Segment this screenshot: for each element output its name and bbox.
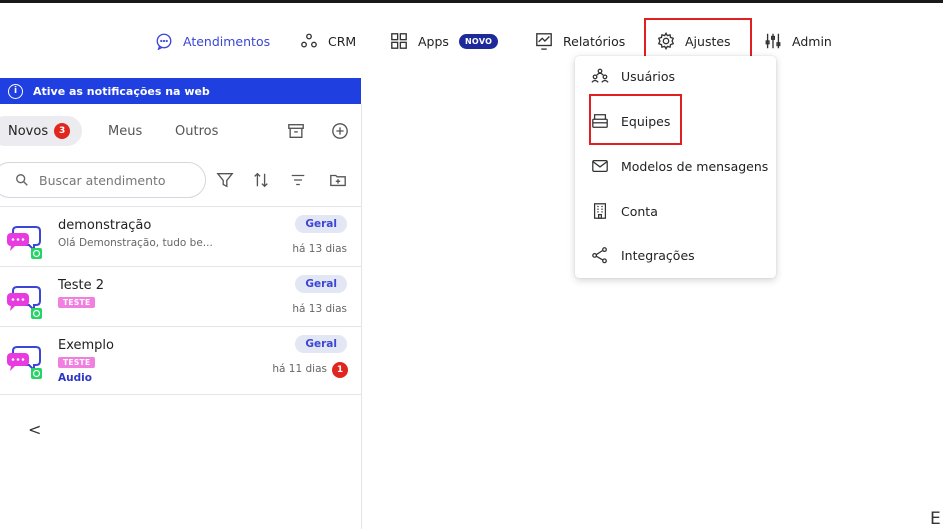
grid-icon bbox=[391, 33, 407, 49]
top-navigation: Atendimentos CRM Apps NOVO Relatórios Aj… bbox=[0, 3, 943, 78]
conversation-time: há 13 dias bbox=[292, 303, 347, 315]
users-icon bbox=[591, 68, 609, 83]
nav-label: Apps bbox=[418, 33, 449, 49]
queue-pill: Geral bbox=[295, 275, 347, 293]
share-icon bbox=[592, 247, 607, 264]
corner-text: E bbox=[930, 509, 941, 529]
tag-label: TESTE bbox=[58, 357, 96, 368]
count-badge: 3 bbox=[54, 123, 71, 139]
banner-text: Ative as notificações na web bbox=[33, 84, 210, 98]
conversation-name: Teste 2 bbox=[58, 278, 105, 293]
chat-whatsapp-avatar-icon bbox=[7, 346, 42, 379]
conversation-item[interactable]: Exemplo TESTE Audio Geral há 11 dias 1 bbox=[0, 327, 361, 395]
conversation-subtitle: Audio bbox=[58, 372, 92, 384]
tab-label: Meus bbox=[108, 123, 143, 139]
tab-outros[interactable]: Outros bbox=[175, 116, 218, 146]
search-input[interactable] bbox=[39, 172, 189, 188]
nav-atendimentos[interactable]: Atendimentos bbox=[155, 30, 270, 52]
menu-item-label: Integrações bbox=[621, 247, 695, 263]
unread-badge: 1 bbox=[332, 362, 348, 378]
notification-banner[interactable]: i Ative as notificações na web bbox=[0, 78, 361, 104]
add-conversation-button[interactable] bbox=[331, 122, 349, 140]
ajustes-highlight-box bbox=[644, 18, 752, 58]
collapse-panel-button[interactable]: < bbox=[28, 420, 41, 439]
nav-apps[interactable]: Apps NOVO bbox=[390, 30, 499, 52]
tab-meus[interactable]: Meus bbox=[108, 116, 142, 146]
nav-label: CRM bbox=[328, 33, 357, 49]
funnel-icon bbox=[216, 173, 234, 188]
archive-icon bbox=[288, 124, 304, 138]
chat-whatsapp-avatar-icon bbox=[7, 286, 42, 319]
filter-button[interactable] bbox=[216, 171, 234, 189]
conversation-item[interactable]: Teste 2 TESTE Geral há 13 dias bbox=[0, 267, 361, 327]
building-icon bbox=[593, 203, 607, 219]
nav-label: Relatórios bbox=[563, 33, 626, 49]
mail-icon bbox=[592, 159, 608, 173]
ajustes-dropdown-menu: Usuários Equipes Modelos de mensagens Co… bbox=[575, 56, 776, 278]
equipes-highlight-box bbox=[589, 94, 682, 145]
tab-label: Outros bbox=[175, 123, 219, 139]
menu-item-label: Conta bbox=[621, 203, 658, 219]
chat-bubble-icon bbox=[156, 33, 172, 50]
queue-pill: Geral bbox=[295, 215, 347, 233]
chart-icon bbox=[536, 33, 552, 50]
info-icon: i bbox=[8, 83, 23, 99]
menu-item-label: Usuários bbox=[621, 68, 676, 84]
sort-arrows-icon bbox=[254, 172, 268, 188]
conversation-name: Exemplo bbox=[58, 338, 114, 353]
conversations-panel: Novos 3 Meus Outros Buscar atendimento d… bbox=[0, 104, 362, 529]
new-badge: NOVO bbox=[458, 33, 499, 49]
lines-filter-icon bbox=[291, 174, 305, 186]
search-field[interactable] bbox=[0, 162, 206, 198]
nodes-icon bbox=[301, 33, 317, 48]
conversation-list: demonstração Olá Demonstração, tudo be..… bbox=[0, 206, 361, 395]
chat-whatsapp-avatar-icon bbox=[7, 226, 42, 259]
queue-pill: Geral bbox=[295, 335, 347, 353]
plus-circle-icon bbox=[332, 123, 348, 139]
conversation-preview: Olá Demonstração, tudo be... bbox=[58, 237, 213, 249]
tab-row: Novos 3 Meus Outros bbox=[0, 116, 361, 146]
list-filter-button[interactable] bbox=[289, 171, 307, 189]
nav-crm[interactable]: CRM bbox=[300, 30, 356, 52]
sliders-icon bbox=[765, 33, 781, 49]
sort-button[interactable] bbox=[252, 171, 270, 189]
folder-plus-icon bbox=[330, 174, 346, 187]
conversation-time: há 11 dias bbox=[272, 363, 327, 375]
archive-button[interactable] bbox=[287, 122, 305, 140]
conversation-time: há 13 dias bbox=[292, 243, 347, 255]
menu-item-label: Modelos de mensagens bbox=[621, 158, 769, 174]
nav-relatorios[interactable]: Relatórios bbox=[535, 30, 625, 52]
conversation-name: demonstração bbox=[58, 218, 152, 233]
tab-novos[interactable]: Novos 3 bbox=[0, 116, 83, 146]
tab-label: Novos bbox=[8, 123, 49, 139]
tag-label: TESTE bbox=[58, 297, 96, 308]
nav-label: Atendimentos bbox=[183, 33, 271, 49]
conversation-item[interactable]: demonstração Olá Demonstração, tudo be..… bbox=[0, 207, 361, 267]
folder-add-button[interactable] bbox=[329, 171, 347, 189]
menu-item-modelos-mensagens[interactable]: Modelos de mensagens bbox=[575, 152, 776, 180]
menu-item-conta[interactable]: Conta bbox=[575, 197, 776, 225]
nav-admin[interactable]: Admin bbox=[764, 30, 832, 52]
menu-item-usuarios[interactable]: Usuários bbox=[575, 62, 776, 90]
menu-item-integracoes[interactable]: Integrações bbox=[575, 241, 776, 269]
nav-label: Admin bbox=[792, 33, 832, 49]
search-icon bbox=[16, 174, 28, 186]
